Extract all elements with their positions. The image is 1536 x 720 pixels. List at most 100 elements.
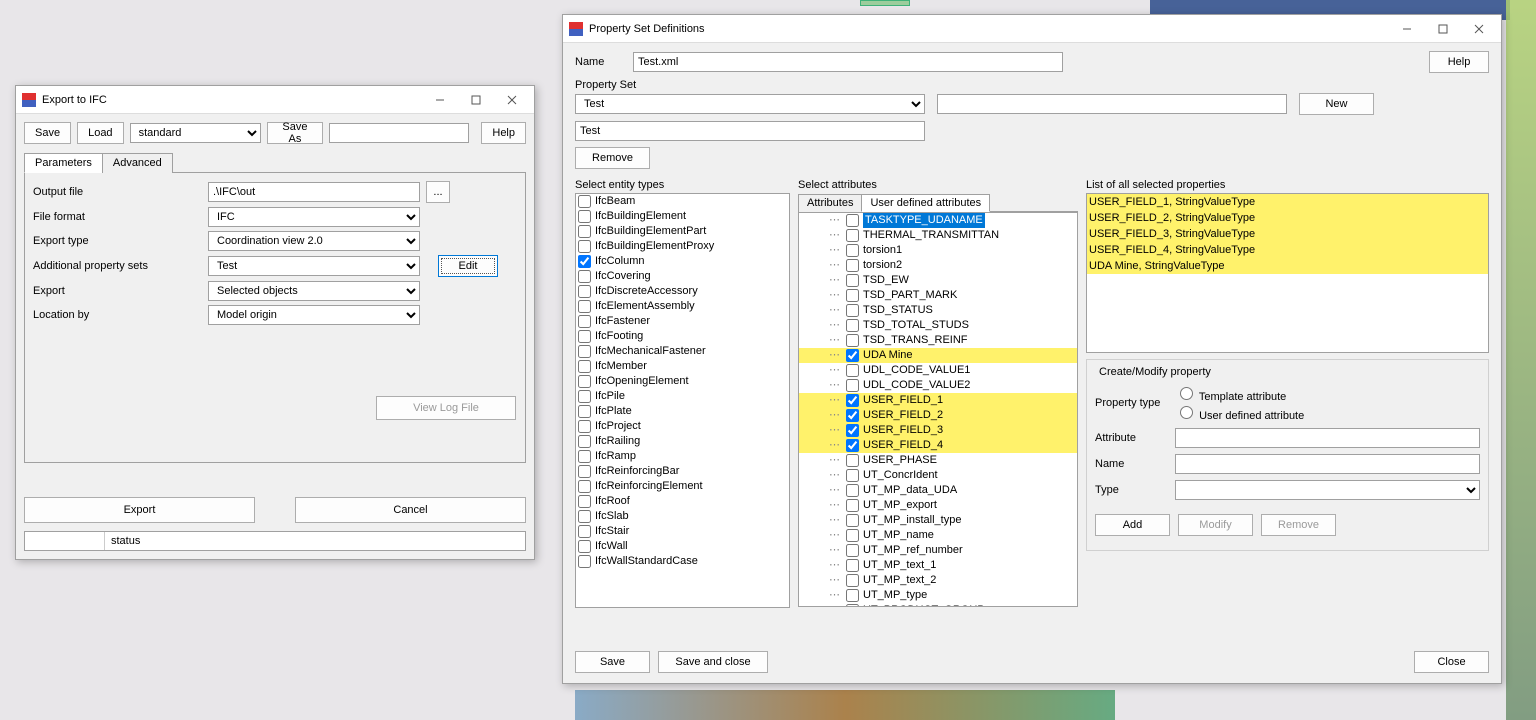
entity-item[interactable]: IfcPlate — [576, 404, 789, 419]
maximize-button[interactable] — [1425, 16, 1461, 42]
selected-property-row[interactable]: USER_FIELD_4, StringValueType — [1087, 242, 1488, 258]
entity-item[interactable]: IfcCovering — [576, 269, 789, 284]
entity-item[interactable]: IfcBuildingElement — [576, 209, 789, 224]
property-set-new-name-input[interactable] — [937, 94, 1287, 114]
attribute-tree[interactable]: ⋯ TASKTYPE_UDANAME⋯ THERMAL_TRANSMITTAN ⋯… — [798, 212, 1078, 607]
entity-item[interactable]: IfcStair — [576, 524, 789, 539]
location-by-select[interactable]: Model origin — [208, 305, 420, 325]
entity-item[interactable]: IfcPile — [576, 389, 789, 404]
edit-button[interactable]: Edit — [438, 255, 498, 277]
template-attribute-radio[interactable]: Template attribute — [1175, 391, 1286, 403]
export-button[interactable]: Export — [24, 497, 255, 523]
entity-item[interactable]: IfcDiscreteAccessory — [576, 284, 789, 299]
new-button[interactable]: New — [1299, 93, 1374, 115]
attribute-item[interactable]: ⋯ TASKTYPE_UDANAME — [799, 213, 1077, 228]
minimize-button[interactable] — [422, 87, 458, 113]
tab-user-defined-attributes[interactable]: User defined attributes — [861, 194, 990, 212]
attribute-item[interactable]: ⋯ UT_MP_text_1 — [799, 558, 1077, 573]
type-select[interactable] — [1175, 480, 1480, 500]
entity-item[interactable]: IfcOpeningElement — [576, 374, 789, 389]
entity-item[interactable]: IfcMechanicalFastener — [576, 344, 789, 359]
close-button[interactable] — [494, 87, 530, 113]
selected-property-row[interactable]: USER_FIELD_3, StringValueType — [1087, 226, 1488, 242]
file-format-select[interactable]: IFC — [208, 207, 420, 227]
entity-type-list[interactable]: IfcBeam IfcBuildingElement IfcBuildingEl… — [575, 193, 790, 608]
attribute-item[interactable]: ⋯ torsion2 — [799, 258, 1077, 273]
close-button-footer[interactable]: Close — [1414, 651, 1489, 673]
tab-parameters[interactable]: Parameters — [24, 153, 103, 173]
remove-prop-button[interactable]: Remove — [1261, 514, 1336, 536]
help-button[interactable]: Help — [1429, 51, 1489, 73]
entity-item[interactable]: IfcBeam — [576, 194, 789, 209]
attribute-item[interactable]: ⋯ UT_MP_data_UDA — [799, 483, 1077, 498]
save-as-button[interactable]: Save As — [267, 122, 324, 144]
attribute-item[interactable]: ⋯ TSD_TOTAL_STUDS — [799, 318, 1077, 333]
attribute-item[interactable]: ⋯ USER_FIELD_1 — [799, 393, 1077, 408]
tab-attributes[interactable]: Attributes — [798, 194, 862, 212]
attribute-item[interactable]: ⋯ USER_PHASE — [799, 453, 1077, 468]
minimize-button[interactable] — [1389, 16, 1425, 42]
attribute-item[interactable]: ⋯ UT_MP_ref_number — [799, 543, 1077, 558]
entity-item[interactable]: IfcRailing — [576, 434, 789, 449]
attribute-item[interactable]: ⋯ UT_PRODUCT_GROUP — [799, 603, 1077, 607]
entity-item[interactable]: IfcMember — [576, 359, 789, 374]
save-button[interactable]: Save — [24, 122, 71, 144]
save-button[interactable]: Save — [575, 651, 650, 673]
attribute-item[interactable]: ⋯ UT_MP_type — [799, 588, 1077, 603]
attribute-item[interactable]: ⋯ UT_MP_install_type — [799, 513, 1077, 528]
export-scope-select[interactable]: Selected objects — [208, 281, 420, 301]
entity-item[interactable]: IfcWall — [576, 539, 789, 554]
save-as-name-input[interactable] — [329, 123, 469, 143]
attribute-item[interactable]: ⋯ USER_FIELD_2 — [799, 408, 1077, 423]
entity-item[interactable]: IfcBuildingElementProxy — [576, 239, 789, 254]
attribute-item[interactable]: ⋯ UDL_CODE_VALUE1 — [799, 363, 1077, 378]
name-field-input[interactable] — [1175, 454, 1480, 474]
attribute-item[interactable]: ⋯ TSD_TRANS_REINF — [799, 333, 1077, 348]
preset-select[interactable]: standard — [130, 123, 261, 143]
entity-item[interactable]: IfcReinforcingBar — [576, 464, 789, 479]
entity-item[interactable]: IfcBuildingElementPart — [576, 224, 789, 239]
entity-item[interactable]: IfcElementAssembly — [576, 299, 789, 314]
output-file-input[interactable] — [208, 182, 420, 202]
attribute-item[interactable]: ⋯ TSD_STATUS — [799, 303, 1077, 318]
attribute-item[interactable]: ⋯ UDL_CODE_VALUE2 — [799, 378, 1077, 393]
name-input[interactable] — [633, 52, 1063, 72]
load-button[interactable]: Load — [77, 122, 123, 144]
user-defined-attribute-radio[interactable]: User defined attribute — [1175, 410, 1304, 422]
attribute-item[interactable]: ⋯ THERMAL_TRANSMITTAN — [799, 228, 1077, 243]
attribute-item[interactable]: ⋯ USER_FIELD_4 — [799, 438, 1077, 453]
attribute-item[interactable]: ⋯ UT_MP_name — [799, 528, 1077, 543]
add-button[interactable]: Add — [1095, 514, 1170, 536]
close-button[interactable] — [1461, 16, 1497, 42]
entity-item[interactable]: IfcRoof — [576, 494, 789, 509]
attribute-item[interactable]: ⋯ TSD_EW — [799, 273, 1077, 288]
entity-item[interactable]: IfcSlab — [576, 509, 789, 524]
selected-property-row[interactable]: USER_FIELD_2, StringValueType — [1087, 210, 1488, 226]
property-set-name-input[interactable] — [575, 121, 925, 141]
browse-button[interactable]: ... — [426, 181, 450, 203]
attribute-input[interactable] — [1175, 428, 1480, 448]
entity-item[interactable]: IfcFooting — [576, 329, 789, 344]
remove-pset-button[interactable]: Remove — [575, 147, 650, 169]
entity-item[interactable]: IfcColumn — [576, 254, 789, 269]
tab-advanced[interactable]: Advanced — [102, 153, 173, 173]
entity-item[interactable]: IfcWallStandardCase — [576, 554, 789, 569]
modify-button[interactable]: Modify — [1178, 514, 1253, 536]
export-type-select[interactable]: Coordination view 2.0 — [208, 231, 420, 251]
cancel-button[interactable]: Cancel — [295, 497, 526, 523]
entity-item[interactable]: IfcRamp — [576, 449, 789, 464]
maximize-button[interactable] — [458, 87, 494, 113]
selected-property-row[interactable]: UDA Mine, StringValueType — [1087, 258, 1488, 274]
entity-item[interactable]: IfcFastener — [576, 314, 789, 329]
attribute-item[interactable]: ⋯ TSD_PART_MARK — [799, 288, 1077, 303]
property-set-select[interactable]: Test — [575, 94, 925, 114]
attribute-item[interactable]: ⋯ UT_MP_text_2 — [799, 573, 1077, 588]
attribute-item[interactable]: ⋯ UDA Mine — [799, 348, 1077, 363]
entity-item[interactable]: IfcProject — [576, 419, 789, 434]
entity-item[interactable]: IfcReinforcingElement — [576, 479, 789, 494]
attribute-item[interactable]: ⋯ USER_FIELD_3 — [799, 423, 1077, 438]
selected-properties-list[interactable]: USER_FIELD_1, StringValueTypeUSER_FIELD_… — [1086, 193, 1489, 353]
view-log-button[interactable]: View Log File — [376, 396, 516, 420]
selected-property-row[interactable]: USER_FIELD_1, StringValueType — [1087, 194, 1488, 210]
help-button[interactable]: Help — [481, 122, 526, 144]
